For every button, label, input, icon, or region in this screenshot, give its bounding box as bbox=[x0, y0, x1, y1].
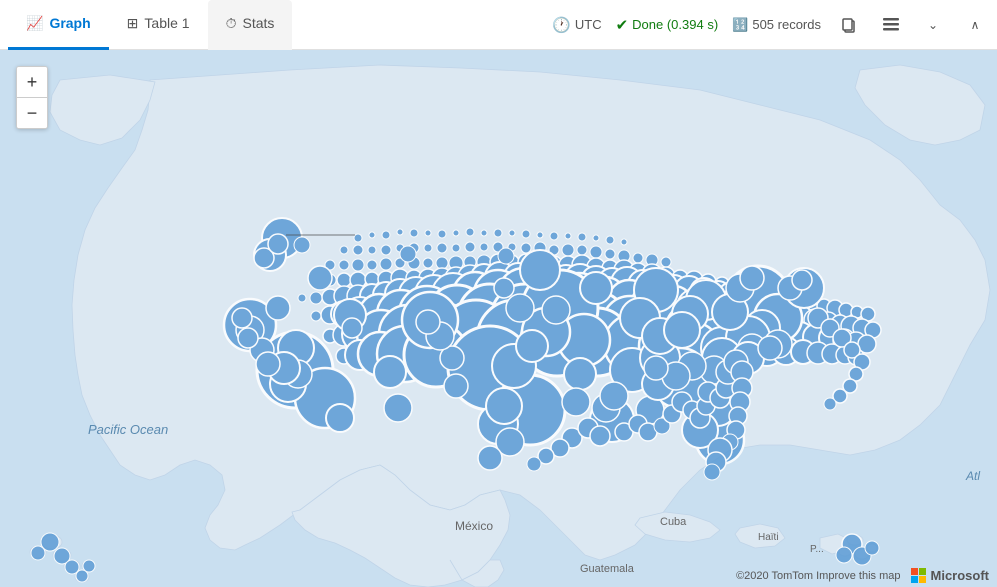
copy-button[interactable] bbox=[835, 11, 863, 39]
microsoft-wordmark: Microsoft bbox=[931, 568, 990, 583]
ms-red-square bbox=[911, 568, 918, 575]
chevron-down-button[interactable]: ⌄ bbox=[919, 11, 947, 39]
utc-label: UTC bbox=[575, 17, 602, 32]
table-icon: ⊞ bbox=[127, 15, 139, 32]
records-badge: 🔢 505 records bbox=[732, 17, 821, 33]
map-svg: Pacific Ocean Atl México Cuba Haïti P...… bbox=[0, 50, 997, 587]
tab-graph-label: Graph bbox=[49, 15, 90, 31]
grid-view-button[interactable] bbox=[877, 11, 905, 39]
attribution-text: ©2020 TomTom Improve this map bbox=[736, 570, 900, 582]
map-container[interactable]: Pacific Ocean Atl México Cuba Haïti P...… bbox=[0, 50, 997, 587]
svg-text:Guatemala: Guatemala bbox=[580, 563, 635, 575]
tab-stats-label: Stats bbox=[242, 15, 274, 31]
microsoft-logo: Microsoft bbox=[911, 568, 990, 583]
header-bar: 📈 Graph ⊞ Table 1 ⏱ Stats 🕐 UTC ✔ Done (… bbox=[0, 0, 997, 50]
ms-green-square bbox=[919, 568, 926, 575]
header-right: 🕐 UTC ✔ Done (0.394 s) 🔢 505 records ⌄ ∧ bbox=[552, 11, 989, 39]
map-attribution: ©2020 TomTom Improve this map Microsoft bbox=[736, 568, 989, 583]
svg-text:Pacific Ocean: Pacific Ocean bbox=[88, 422, 168, 437]
ms-blue-square bbox=[911, 576, 918, 583]
done-check-icon: ✔ bbox=[616, 16, 629, 34]
svg-text:P...: P... bbox=[810, 544, 824, 555]
tab-table[interactable]: ⊞ Table 1 bbox=[109, 0, 208, 50]
clock-icon: 🕐 bbox=[552, 16, 571, 34]
tab-graph[interactable]: 📈 Graph bbox=[8, 0, 109, 50]
records-icon: 🔢 bbox=[732, 17, 748, 33]
zoom-controls: + − bbox=[16, 66, 48, 129]
zoom-out-button[interactable]: − bbox=[17, 98, 47, 128]
stats-icon: ⏱ bbox=[226, 15, 237, 32]
ms-yellow-square bbox=[919, 576, 926, 583]
done-badge: ✔ Done (0.394 s) bbox=[616, 16, 719, 34]
tab-stats[interactable]: ⏱ Stats bbox=[208, 0, 293, 50]
done-label: Done (0.394 s) bbox=[632, 17, 718, 32]
collapse-icon: ∧ bbox=[971, 18, 980, 32]
zoom-in-button[interactable]: + bbox=[17, 67, 47, 97]
tab-table-label: Table 1 bbox=[144, 15, 189, 31]
svg-text:Atl: Atl bbox=[965, 469, 980, 483]
collapse-button[interactable]: ∧ bbox=[961, 11, 989, 39]
records-label: 505 records bbox=[752, 17, 821, 32]
svg-text:México: México bbox=[455, 519, 493, 533]
svg-text:Haïti: Haïti bbox=[758, 532, 779, 543]
graph-icon: 📈 bbox=[26, 15, 43, 32]
chevron-down-icon: ⌄ bbox=[928, 18, 938, 32]
svg-text:Cuba: Cuba bbox=[660, 516, 687, 528]
utc-badge: 🕐 UTC bbox=[552, 16, 601, 34]
